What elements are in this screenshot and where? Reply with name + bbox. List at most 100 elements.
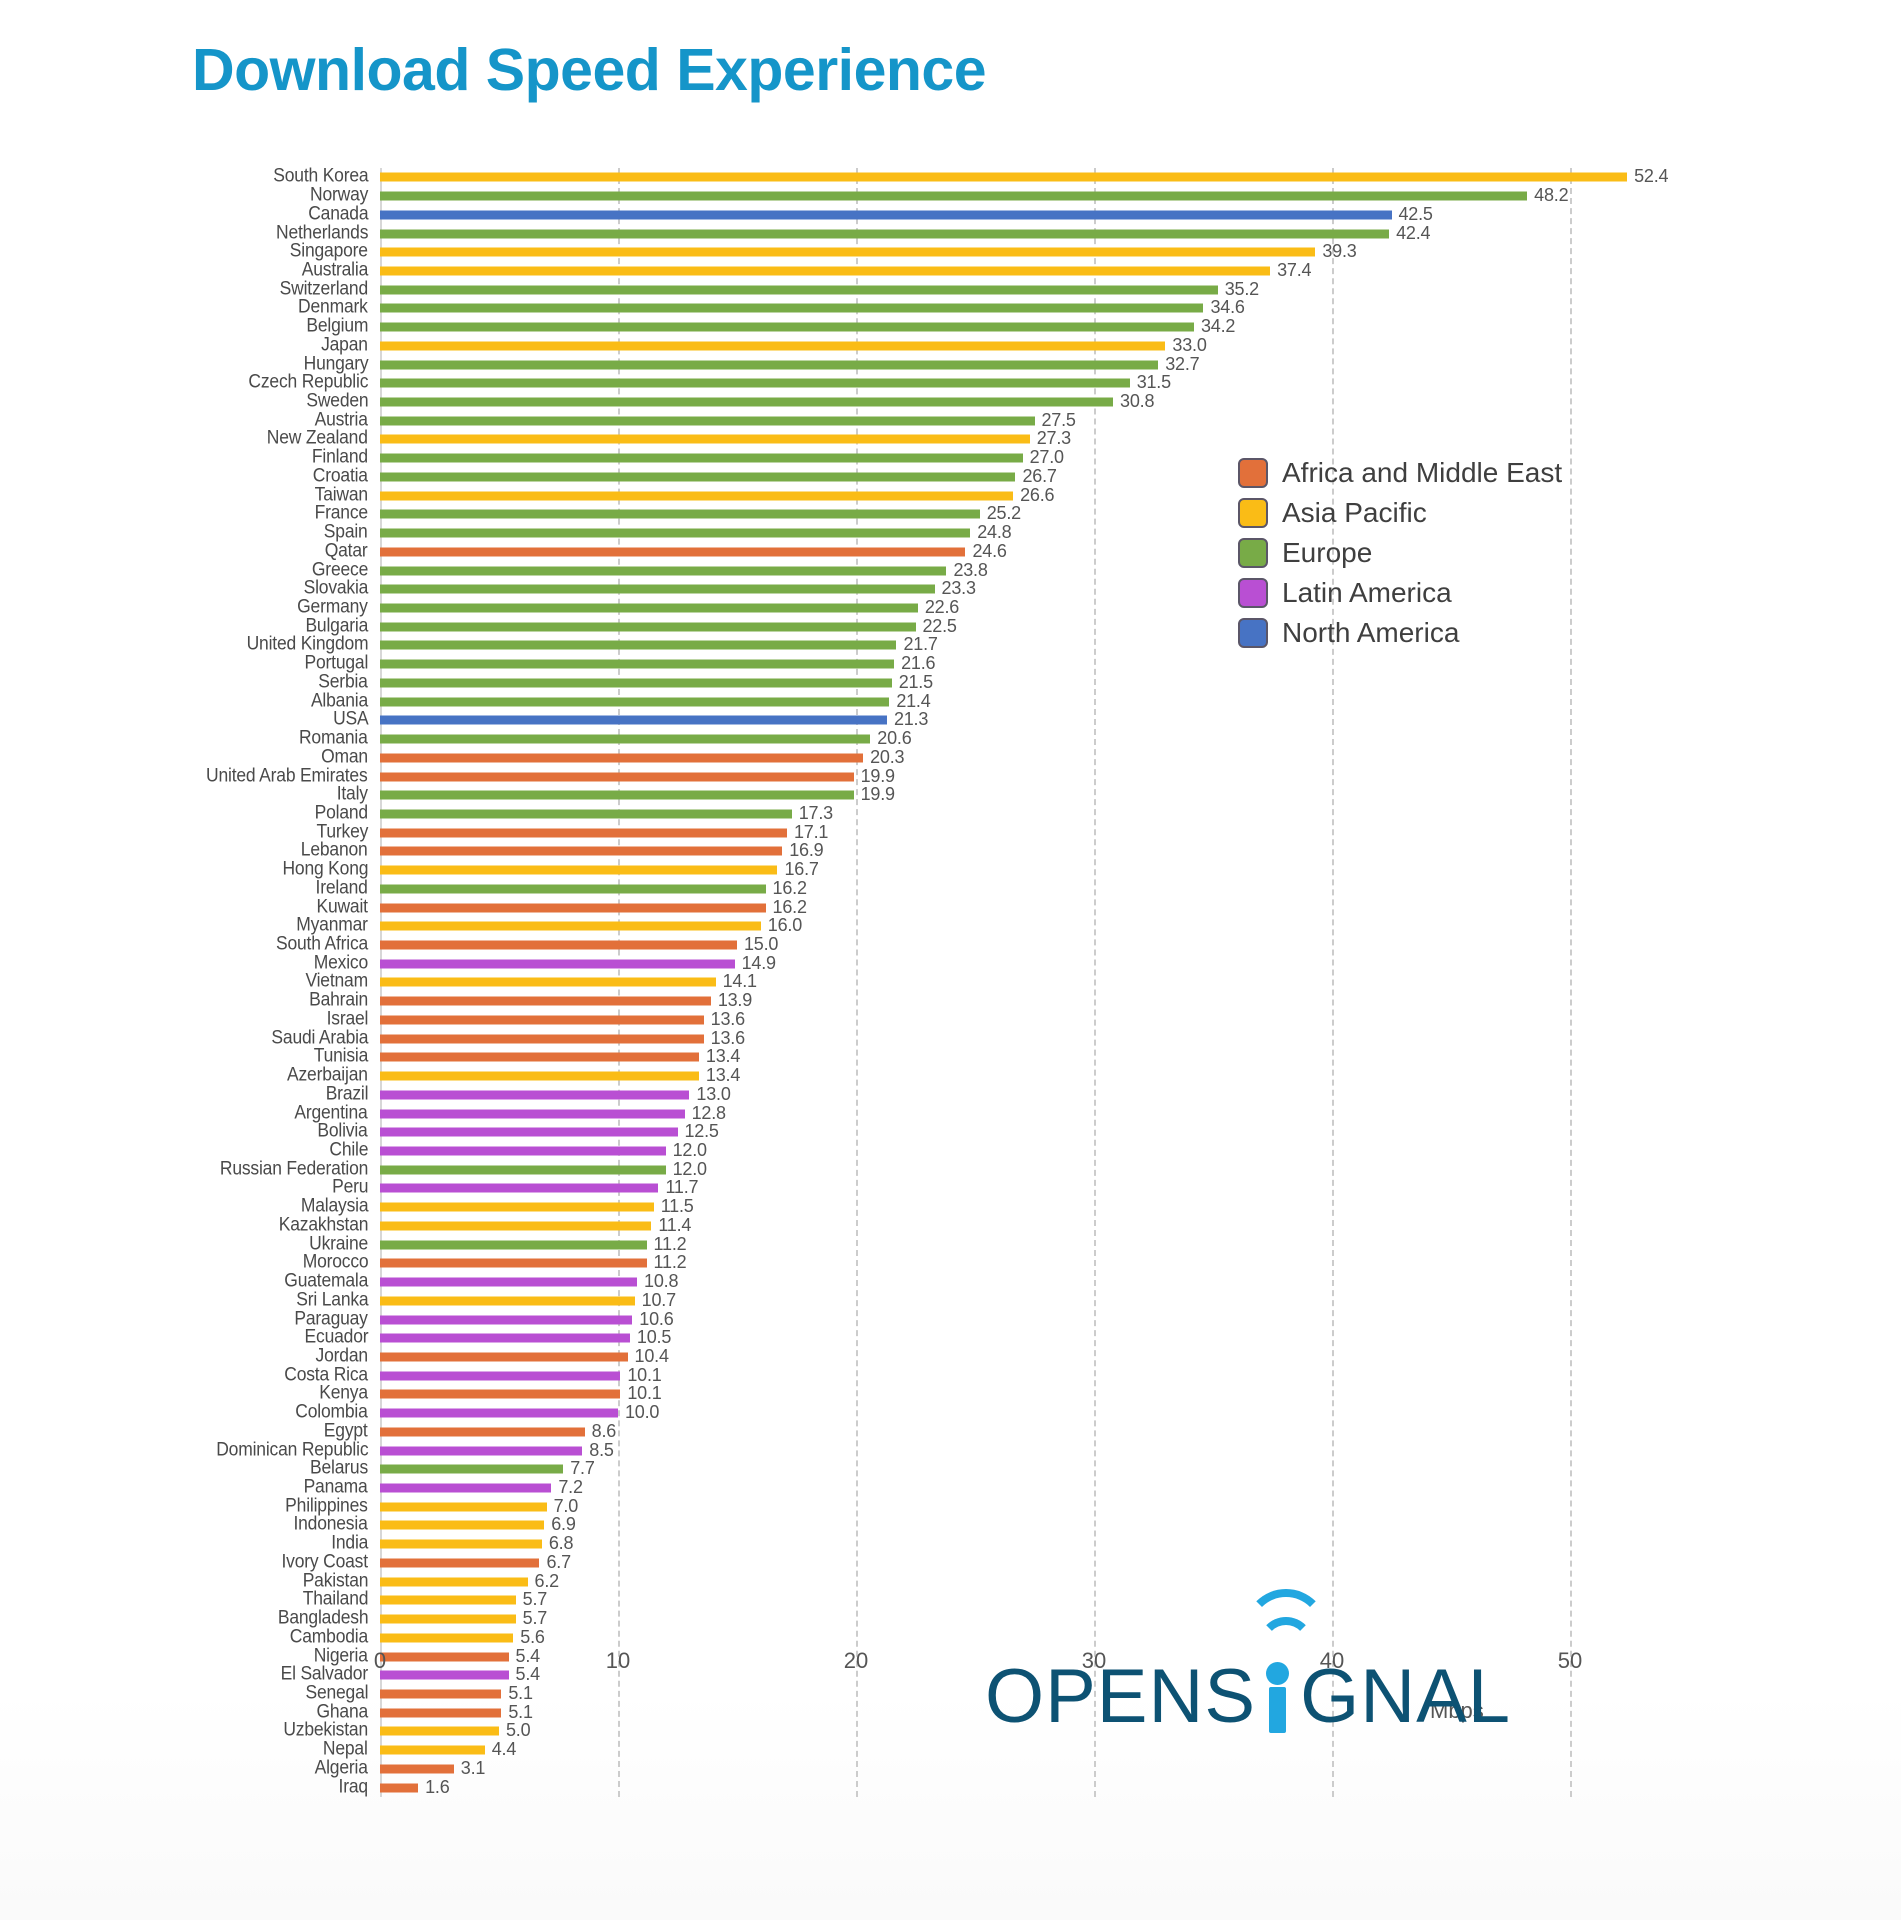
opensignal-logo: OPENS GNAL <box>985 1589 1511 1739</box>
legend-item[interactable]: North America <box>1238 614 1562 651</box>
bar <box>380 959 735 969</box>
legend-item[interactable]: Europe <box>1238 534 1562 571</box>
bar-row: Italy 19.9 <box>337 784 1570 805</box>
bar-row: Romania 20.6 <box>299 728 1570 749</box>
bar <box>380 547 966 557</box>
bar-value-label: 19.9 <box>860 784 895 805</box>
bar <box>380 1146 666 1156</box>
bar-row: Dominican Republic 8.5 <box>216 1439 1570 1460</box>
bar-row: Philippines 7.0 <box>285 1495 1570 1516</box>
bar <box>380 397 1114 407</box>
bar-value-label: 48.2 <box>1534 185 1569 206</box>
bar <box>380 172 1628 182</box>
bar <box>380 940 737 950</box>
bar <box>380 1127 678 1137</box>
bar-row: Panama 7.2 <box>304 1477 1570 1498</box>
bar-row: Poland 17.3 <box>315 803 1570 824</box>
bar <box>380 659 895 669</box>
bar <box>380 266 1271 276</box>
bar <box>380 434 1030 444</box>
bar-row: South Korea 52.4 <box>273 166 1669 187</box>
bar-row: India 6.8 <box>331 1533 1570 1554</box>
bar-row: Netherlands 42.4 <box>276 222 1570 243</box>
bar <box>380 640 897 650</box>
bar-row: Belgium 34.2 <box>306 316 1570 337</box>
bar-row: Cambodia 5.6 <box>290 1626 1570 1647</box>
bar <box>380 472 1016 482</box>
bar-row: New Zealand 27.3 <box>267 428 1570 449</box>
bar-row: Paraguay 10.6 <box>295 1308 1570 1329</box>
bar <box>380 753 864 763</box>
bar-row: Russian Federation 12.0 <box>220 1158 1570 1179</box>
bar-row: Sri Lanka 10.7 <box>296 1289 1570 1310</box>
bar <box>380 678 892 688</box>
plot-area: South Korea 52.4 Norway 48.2 Canada 42.5 Nethe… <box>207 166 1669 1797</box>
bar <box>380 734 871 744</box>
bar <box>380 1371 621 1381</box>
bar-rows: South Korea 52.4 Norway 48.2 Canada 42.5 Nethe… <box>207 166 1669 1797</box>
bar-row: Belarus 7.7 <box>310 1458 1570 1479</box>
bar <box>380 1352 628 1362</box>
gridline-50 <box>1570 168 1572 1797</box>
bar-row: Tunisia 13.4 <box>314 1046 1570 1067</box>
bar <box>380 528 971 538</box>
bar <box>380 772 854 782</box>
bar <box>380 1670 509 1680</box>
bar <box>380 285 1218 295</box>
x-tick-label: 50 <box>1557 1648 1583 1673</box>
legend-label: Africa and Middle East <box>1282 456 1563 488</box>
legend-color-swatch <box>1238 617 1268 648</box>
bar-row: Kazakhstan 11.4 <box>278 1214 1570 1235</box>
bar <box>380 809 792 819</box>
legend-color-swatch <box>1238 577 1268 608</box>
bar <box>380 1614 516 1624</box>
legend-item[interactable]: Latin America <box>1238 574 1562 611</box>
bar <box>380 1296 635 1306</box>
bar-row: Oman 20.3 <box>321 746 1570 767</box>
legend-item[interactable]: Africa and Middle East <box>1238 454 1562 491</box>
legend-color-swatch <box>1238 497 1268 528</box>
bar-value-label: 37.4 <box>1277 260 1312 281</box>
bar <box>380 509 980 519</box>
bar-row: Norway 48.2 <box>310 185 1570 206</box>
bar-row: Czech Republic 31.5 <box>248 372 1570 393</box>
bar-row: Ireland 16.2 <box>316 877 1570 898</box>
bar <box>380 584 935 594</box>
bar-row: Thailand 5.7 <box>302 1589 1570 1610</box>
bar <box>380 1464 564 1474</box>
bar-row: Azerbaijan 13.4 <box>287 1065 1570 1086</box>
bar-row: Chile 12.0 <box>329 1140 1570 1161</box>
bar-row: Australia 37.4 <box>302 260 1570 281</box>
bar <box>380 322 1194 332</box>
bar-row: Guatemala 10.8 <box>284 1271 1570 1292</box>
bar <box>380 1221 652 1231</box>
legend-item[interactable]: Asia Pacific <box>1238 494 1562 531</box>
bar-row: Turkey 17.1 <box>316 821 1570 842</box>
bar-row: Vietnam 14.1 <box>305 971 1570 992</box>
legend-label: North America <box>1282 616 1460 648</box>
bar <box>380 1202 654 1212</box>
bar <box>380 790 854 800</box>
bar <box>380 1071 699 1081</box>
bar <box>380 416 1035 426</box>
bar <box>380 903 766 913</box>
bar <box>380 865 778 875</box>
bar <box>380 1745 485 1755</box>
bar <box>380 1109 685 1119</box>
bar <box>380 828 787 838</box>
legend-label: Asia Pacific <box>1282 496 1427 528</box>
bar <box>380 1090 690 1100</box>
bar <box>380 1052 699 1062</box>
bar <box>380 1539 542 1549</box>
bar <box>380 884 766 894</box>
bar-row: Argentina 12.8 <box>295 1102 1570 1123</box>
bar <box>380 1258 647 1268</box>
bar-row: Kenya 10.1 <box>319 1383 1570 1404</box>
bar-row: Myanmar 16.0 <box>296 915 1570 936</box>
bar <box>380 360 1159 370</box>
bar-row: Colombia 10.0 <box>296 1402 1570 1423</box>
bar <box>380 566 947 576</box>
bar <box>380 303 1204 313</box>
bar <box>380 977 716 987</box>
logo-text-part1: OPENS <box>985 1654 1257 1739</box>
